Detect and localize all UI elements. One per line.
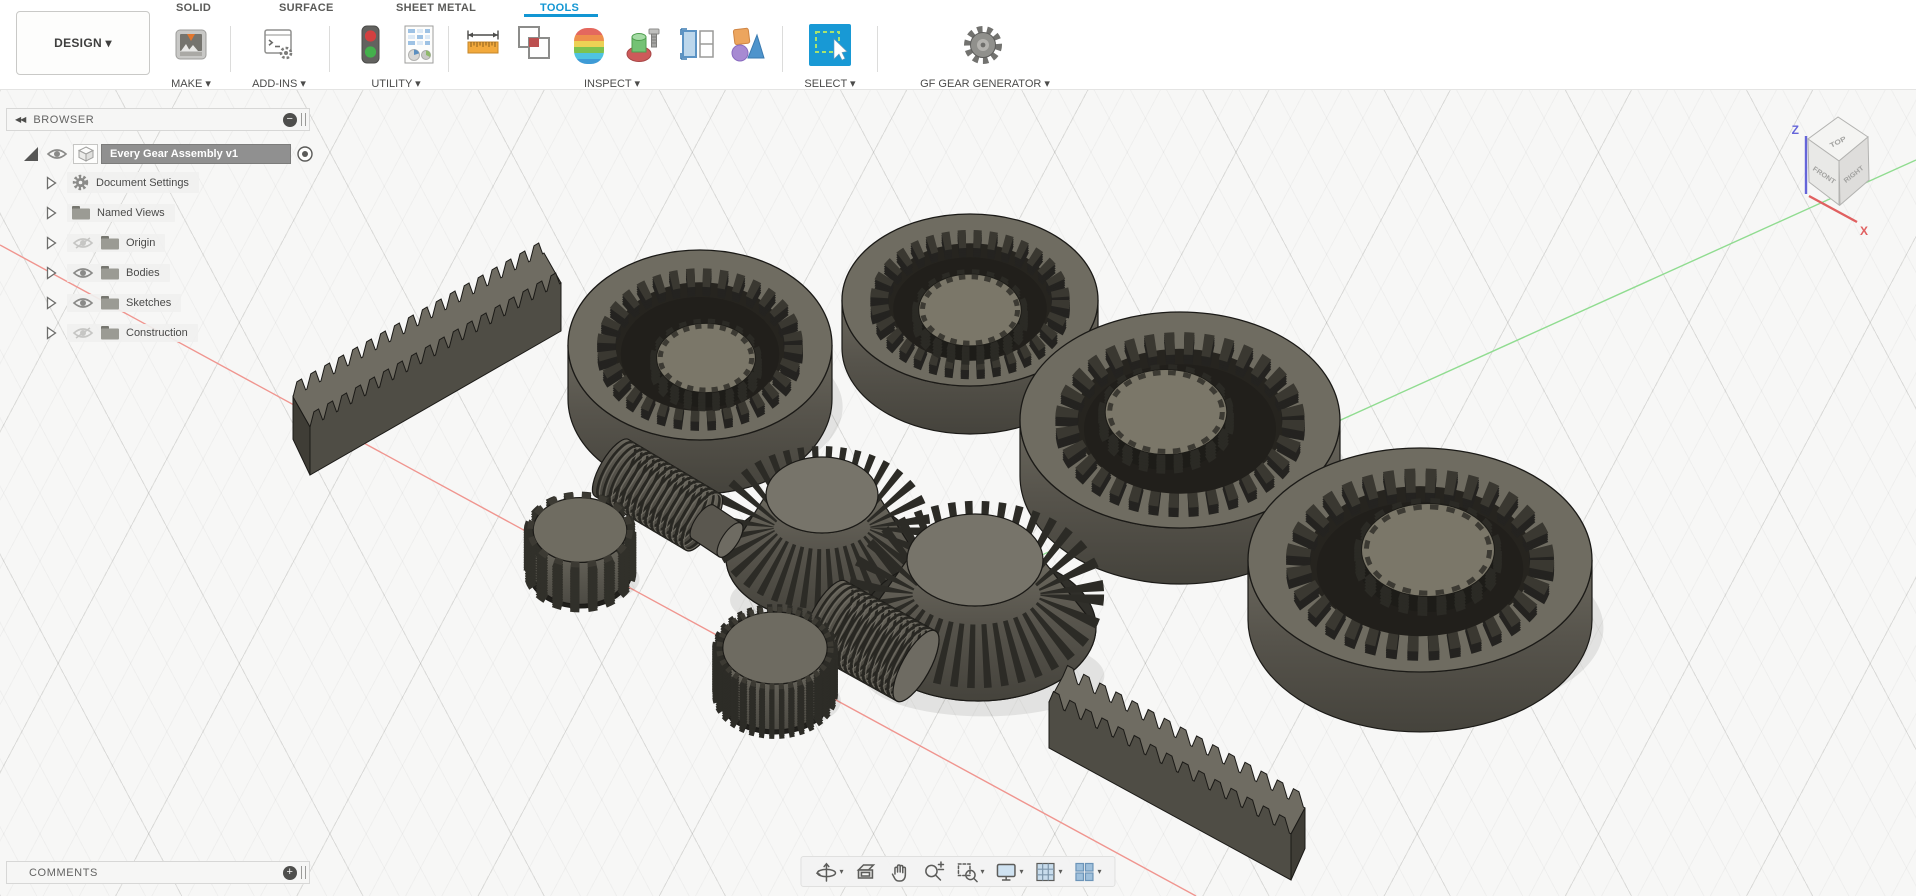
grid-snap-button[interactable]: ▾: [1031, 858, 1066, 886]
toolbar-separator: [230, 26, 231, 72]
browser-item-label: Construction: [126, 326, 188, 339]
viewports-button[interactable]: ▾: [1070, 858, 1105, 886]
knurled-cylinder-gear[interactable]: [712, 604, 841, 739]
gear-generator-group-label[interactable]: GF GEAR GENERATOR ▾: [896, 77, 1074, 90]
gear-rack-left[interactable]: [292, 242, 562, 476]
addins-group-label[interactable]: ADD-INS ▾: [240, 77, 318, 90]
toolbar-separator: [877, 26, 878, 72]
browser-item-label: Bodies: [126, 266, 160, 279]
browser-item-origin[interactable]: Origin: [46, 232, 166, 253]
visibility-eye-icon[interactable]: [72, 266, 94, 280]
utility-report-icon[interactable]: [400, 24, 438, 66]
model-canvas[interactable]: TOP FRONT RIGHT Z X: [0, 90, 1916, 896]
root-expand-icon[interactable]: [22, 145, 40, 163]
tab-solid[interactable]: SOLID: [176, 2, 211, 17]
select-group-label[interactable]: SELECT ▾: [790, 77, 870, 90]
curvature-zebra-icon[interactable]: [566, 26, 612, 66]
gear-generator-icon[interactable]: [960, 22, 1006, 68]
gear-icon: [72, 174, 89, 191]
expand-chevron-icon[interactable]: [46, 295, 57, 310]
browser-drag-grip[interactable]: [301, 113, 306, 126]
browser-item-label: Named Views: [97, 206, 165, 219]
browser-item-label: Origin: [126, 236, 156, 249]
expand-chevron-icon[interactable]: [46, 235, 57, 250]
utility-group-label[interactable]: UTILITY ▾: [352, 77, 440, 90]
comments-drag-grip[interactable]: [301, 866, 306, 879]
display-panes-icon[interactable]: [678, 24, 718, 66]
look-at-button[interactable]: [850, 858, 880, 886]
browser-collapse-icon[interactable]: ◀◀: [15, 115, 26, 124]
viewcube-z-label: Z: [1792, 123, 1799, 137]
measure-icon[interactable]: [464, 28, 502, 62]
active-tab-underline: [524, 14, 598, 17]
comments-add-icon[interactable]: +: [283, 865, 297, 880]
folder-icon: [101, 235, 119, 249]
viewport-3d[interactable]: TOP FRONT RIGHT Z X ◀◀ BROWSER − Every G…: [0, 90, 1916, 896]
browser-item-document-settings[interactable]: Document Settings: [46, 172, 199, 193]
section-analysis-icon[interactable]: [622, 24, 666, 66]
visibility-eye-icon[interactable]: [72, 296, 94, 310]
tab-sheet-metal[interactable]: SHEET METAL: [396, 2, 476, 17]
addins-scripts-icon[interactable]: [258, 24, 298, 66]
browser-minimize-icon[interactable]: −: [283, 112, 297, 127]
viewcube-x-label: X: [1860, 224, 1868, 238]
zoom-window-button[interactable]: ▾: [952, 858, 987, 886]
make-group-label[interactable]: MAKE ▾: [159, 77, 223, 90]
ring-gear-helical-2[interactable]: [1247, 447, 1604, 733]
tab-surface[interactable]: SURFACE: [279, 2, 334, 17]
activate-component-radio[interactable]: [296, 145, 314, 163]
make-3d-print-icon[interactable]: [171, 24, 211, 66]
root-component-label[interactable]: Every Gear Assembly v1: [101, 143, 291, 164]
component-colors-icon[interactable]: [728, 24, 766, 66]
utility-traffic-light-icon[interactable]: [352, 24, 388, 66]
orbit-button[interactable]: ▾: [811, 858, 846, 886]
browser-item-label: Document Settings: [96, 176, 189, 189]
browser-root-row[interactable]: Every Gear Assembly v1: [22, 143, 314, 164]
gear-rack-right[interactable]: [1048, 664, 1306, 881]
browser-item-bodies[interactable]: Bodies: [46, 262, 170, 283]
folder-icon: [101, 265, 119, 279]
browser-item-named-views[interactable]: Named Views: [46, 202, 175, 223]
folder-icon: [101, 295, 119, 309]
browser-item-construction[interactable]: Construction: [46, 322, 198, 343]
view-cube[interactable]: TOP FRONT RIGHT Z X: [1792, 116, 1870, 238]
inspect-group-label[interactable]: INSPECT ▾: [560, 77, 664, 90]
interference-icon[interactable]: [514, 24, 558, 66]
component-cube-icon[interactable]: [73, 143, 98, 164]
folder-icon: [72, 205, 90, 219]
pan-button[interactable]: [884, 858, 914, 886]
select-tool-icon[interactable]: [809, 24, 851, 66]
display-settings-button[interactable]: ▾: [991, 858, 1026, 886]
visibility-hidden-icon[interactable]: [72, 236, 94, 250]
toolbar-separator: [448, 26, 449, 72]
expand-chevron-icon[interactable]: [46, 265, 57, 280]
toolbar-separator: [329, 26, 330, 72]
expand-chevron-icon[interactable]: [46, 175, 57, 190]
expand-chevron-icon[interactable]: [46, 205, 57, 220]
toolbar-separator: [782, 26, 783, 72]
main-toolbar: SOLID SURFACE SHEET METAL TOOLS DESIGN ▾…: [0, 0, 1916, 90]
comments-panel-header: COMMENTS +: [6, 861, 310, 884]
spur-gear-small[interactable]: [523, 491, 640, 613]
visibility-hidden-icon[interactable]: [72, 326, 94, 340]
navigation-toolbar: ▾ ▾ ▾ ▾ ▾: [800, 856, 1116, 887]
browser-title: BROWSER: [33, 113, 95, 126]
browser-item-label: Sketches: [126, 296, 172, 309]
zoom-button[interactable]: [918, 858, 948, 886]
comments-title: COMMENTS: [29, 866, 98, 879]
folder-icon: [101, 325, 119, 339]
expand-chevron-icon[interactable]: [46, 325, 57, 340]
browser-panel-header: ◀◀ BROWSER −: [6, 108, 310, 131]
design-menu-button[interactable]: DESIGN ▾: [16, 11, 150, 75]
visibility-eye-icon[interactable]: [46, 147, 68, 161]
browser-item-sketches[interactable]: Sketches: [46, 292, 182, 313]
